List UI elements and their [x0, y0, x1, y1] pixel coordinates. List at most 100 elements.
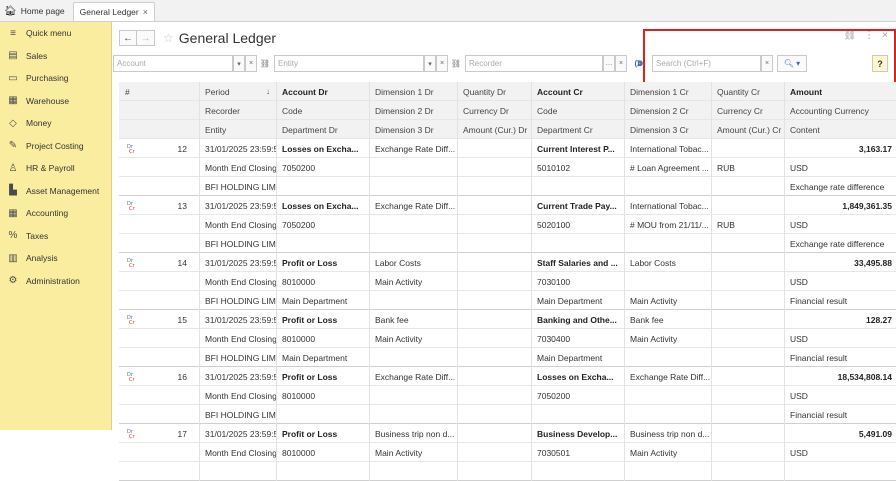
back-button[interactable]: ← — [119, 30, 137, 46]
column-separator — [531, 424, 532, 443]
column-header[interactable]: Dimension 1 Dr — [369, 82, 457, 101]
sidebar-item-project-costing[interactable]: ✎ Project Costing — [0, 135, 111, 158]
cell-dept-cr: Main Department — [537, 352, 603, 363]
table-row[interactable]: Dr Cr 17 31/01/2025 23:59:59 Profit or Loss B… — [119, 424, 896, 443]
close-icon[interactable]: × — [143, 7, 148, 17]
select-icon[interactable]: … — [603, 55, 615, 72]
cell-dim3-dr — [369, 348, 457, 367]
chevron-down-icon[interactable]: ▾ — [424, 55, 436, 72]
table-row[interactable]: Month End Closing BF... 7050200 5010102 # L… — [119, 158, 896, 177]
table-row[interactable] — [119, 462, 896, 481]
cell-qty-dr — [457, 253, 531, 272]
column-header[interactable]: Code — [276, 101, 369, 120]
column-header[interactable]: Currency Dr — [457, 101, 531, 120]
sidebar-item-purchasing[interactable]: ▭ Purchasing — [0, 67, 111, 90]
column-header[interactable]: Amount — [784, 82, 896, 101]
table-row[interactable]: Month End Closing BF... 8010000 7050200 USD — [119, 386, 896, 405]
column-separator — [784, 215, 785, 234]
column-header[interactable]: Dimension 1 Cr — [624, 82, 711, 101]
column-header[interactable]: Dimension 3 Dr — [369, 120, 457, 139]
table-row[interactable]: Month End Closing BF... 7050200 5020100 # M… — [119, 215, 896, 234]
column-header[interactable]: Account Dr — [276, 82, 369, 101]
clear-icon[interactable]: × — [615, 55, 627, 72]
table-row[interactable]: Month End Closing BF... 8010000 Main Activ… — [119, 443, 896, 462]
column-header[interactable]: Dimension 3 Cr — [624, 120, 711, 139]
column-separator — [199, 253, 200, 272]
account-filter-input[interactable]: Account — [113, 55, 233, 72]
sidebar-item-analysis[interactable]: ▥ Analysis — [0, 247, 111, 270]
sidebar-item-label: Quick menu — [26, 28, 72, 39]
header-row: # Period ↓ Account Dr Dimension 1 Dr Quantity… — [119, 82, 896, 101]
search-input[interactable]: Search (Ctrl+F) — [652, 55, 761, 72]
table-row[interactable]: BFI HOLDING LIMITED Main Department Main D… — [119, 291, 896, 310]
column-separator — [711, 253, 712, 272]
table-row[interactable]: Dr Cr 16 31/01/2025 23:59:59 Profit or Loss E… — [119, 367, 896, 386]
close-icon[interactable]: × — [882, 30, 888, 41]
table-row[interactable]: Month End Closing BF... 8010000 Main Activ… — [119, 272, 896, 291]
clear-icon[interactable]: × — [436, 55, 448, 72]
table-row[interactable]: BFI HOLDING LIMITED Financial result — [119, 405, 896, 424]
sidebar-item-label: Accounting — [26, 208, 69, 219]
sidebar-item-asset-management[interactable]: ▙ Asset Management — [0, 180, 111, 203]
chevron-down-icon[interactable]: ▾ — [233, 55, 245, 72]
table-row[interactable]: BFI HOLDING LIMITED Exchange rate differe… — [119, 234, 896, 253]
table-row[interactable]: BFI HOLDING LIMITED Exchange rate differe… — [119, 177, 896, 196]
column-header[interactable]: Period ↓ — [199, 82, 276, 101]
column-header[interactable]: Department Cr — [531, 120, 624, 139]
column-separator — [531, 386, 532, 405]
link-icon[interactable]: ⛓ — [259, 55, 271, 72]
cell-cur-dr — [457, 272, 531, 291]
column-header[interactable] — [119, 101, 149, 120]
table-row[interactable]: Dr Cr 13 31/01/2025 23:59:59 Losses on Excha… — [119, 196, 896, 215]
search-mode-icon[interactable]: (ↇ) — [631, 55, 649, 72]
table-row[interactable]: Dr Cr 15 31/01/2025 23:59:59 Profit or Loss B… — [119, 310, 896, 329]
entity-filter-input[interactable]: Entity — [274, 55, 424, 72]
column-header[interactable]: Amount (Cur.) Cr — [711, 120, 784, 139]
table-row[interactable]: Dr Cr 14 31/01/2025 23:59:59 Profit or Loss L… — [119, 253, 896, 272]
link-icon[interactable]: ⛓ — [843, 30, 856, 41]
recorder-filter-input[interactable]: Recorder — [465, 55, 603, 72]
help-button[interactable]: ? — [872, 55, 888, 72]
column-header[interactable]: Code — [531, 101, 624, 120]
column-separator — [457, 120, 458, 139]
sidebar-item-money[interactable]: ◇ Money — [0, 112, 111, 135]
column-header[interactable]: Recorder — [199, 101, 276, 120]
column-separator — [784, 291, 785, 310]
clear-icon[interactable]: × — [245, 55, 257, 72]
column-separator — [784, 139, 785, 158]
column-header[interactable]: Amount (Cur.) Dr — [457, 120, 531, 139]
column-header[interactable]: Currency Cr — [711, 101, 784, 120]
column-header[interactable] — [119, 120, 149, 139]
sidebar-item-accounting[interactable]: ▦ Accounting — [0, 202, 111, 225]
more-options-icon[interactable]: ⋮ — [864, 30, 874, 41]
clear-search-icon[interactable]: × — [761, 55, 773, 72]
column-header[interactable]: Content — [784, 120, 896, 139]
sidebar-item-hr-payroll[interactable]: ♙ HR & Payroll — [0, 157, 111, 180]
forward-button[interactable]: → — [137, 30, 155, 46]
sidebar-item-quick-menu[interactable]: ≡ Quick menu — [0, 22, 111, 45]
column-header[interactable]: Entity — [199, 120, 276, 139]
column-header[interactable]: Dimension 2 Cr — [624, 101, 711, 120]
column-header[interactable]: Accounting Currency — [784, 101, 896, 120]
column-separator — [711, 82, 712, 101]
sidebar-item-administration[interactable]: ⚙ Administration — [0, 270, 111, 293]
link-icon[interactable]: ⛓ — [450, 55, 462, 72]
sidebar-item-sales[interactable]: ▤ Sales — [0, 45, 111, 68]
column-header[interactable]: Dimension 2 Dr — [369, 101, 457, 120]
tab-bar: 🏠︎ Home page General Ledger × — [0, 0, 896, 22]
table-row[interactable]: Month End Closing BF... 8010000 Main Activ… — [119, 329, 896, 348]
tab-general-ledger[interactable]: General Ledger × — [72, 2, 155, 21]
table-row[interactable]: Dr Cr 12 31/01/2025 23:59:59 Losses on Excha… — [119, 139, 896, 158]
tab-home-page[interactable]: 🏠︎ Home page — [0, 1, 71, 21]
favorite-star-icon[interactable]: ☆ — [163, 31, 174, 45]
sidebar-item-taxes[interactable]: % Taxes — [0, 225, 111, 248]
sidebar-item-warehouse[interactable]: ▦ Warehouse — [0, 90, 111, 113]
table-row[interactable]: BFI HOLDING LIMITED Main Department Main D… — [119, 348, 896, 367]
column-separator — [531, 272, 532, 291]
column-header[interactable]: Quantity Dr — [457, 82, 531, 101]
column-header[interactable]: Account Cr — [531, 82, 624, 101]
column-header[interactable]: Department Dr — [276, 120, 369, 139]
column-header[interactable]: Quantity Cr — [711, 82, 784, 101]
search-button[interactable]: 🔍︎ ▾ — [777, 55, 807, 72]
column-header[interactable]: # — [119, 82, 149, 101]
